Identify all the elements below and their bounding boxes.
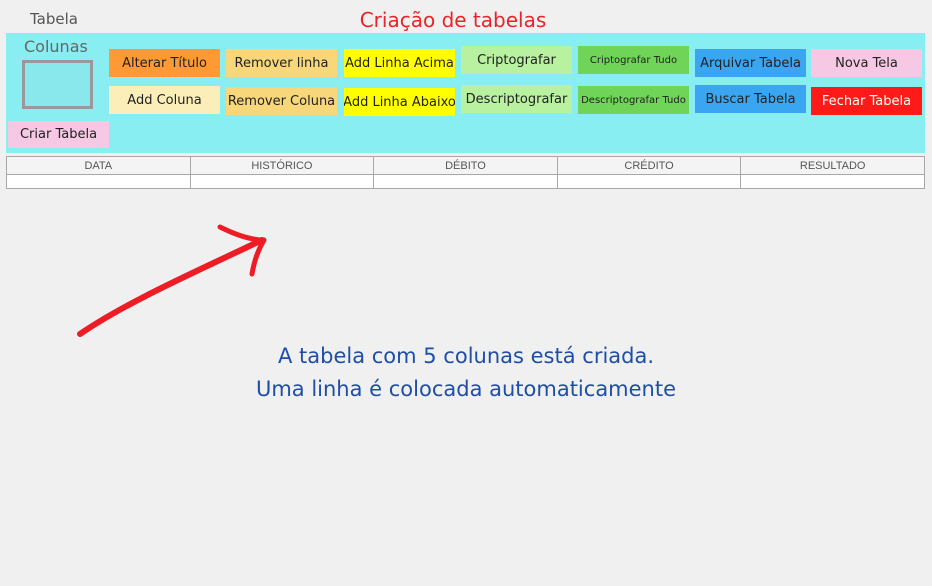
annotation-line-2: Uma linha é colocada automaticamente xyxy=(255,377,677,401)
annotation-text: A tabela com 5 colunas está criada. Uma … xyxy=(0,340,932,406)
annotation-line-1: A tabela com 5 colunas está criada. xyxy=(277,344,655,368)
annotation-arrow xyxy=(77,224,267,337)
